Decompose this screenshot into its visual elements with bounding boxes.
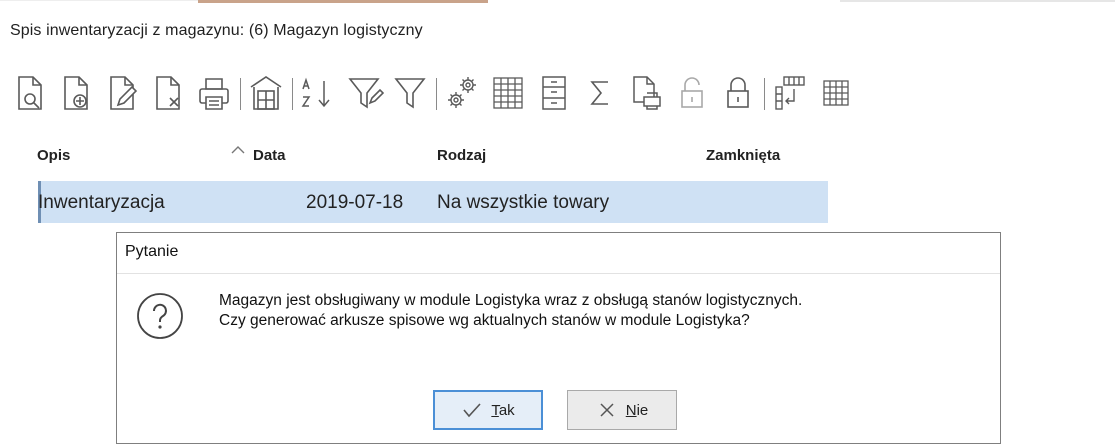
- cell-data: 2019-07-18: [306, 192, 404, 213]
- active-tab-indicator: [198, 0, 488, 3]
- column-header-rodzaj[interactable]: Rodzaj: [437, 147, 486, 164]
- gears-icon[interactable]: [442, 66, 482, 120]
- top-border: [0, 0, 198, 1]
- toolbar-separator: [240, 78, 241, 110]
- question-dialog: Pytanie Magazyn jest obsługiwany w modul…: [116, 232, 1001, 444]
- check-icon: [463, 403, 481, 418]
- column-header-opis[interactable]: Opis: [37, 147, 70, 164]
- toolbar-separator: [436, 78, 437, 110]
- toolbar: [8, 66, 1113, 120]
- document-print-icon[interactable]: [626, 66, 666, 120]
- import-columns-icon[interactable]: [770, 66, 810, 120]
- question-icon: [137, 293, 183, 339]
- window-title: Spis inwentaryzacji z magazynu: (6) Maga…: [10, 22, 423, 39]
- no-mnemonic: N: [625, 401, 637, 419]
- warehouse-icon[interactable]: [246, 66, 286, 120]
- no-button[interactable]: Nie: [567, 390, 677, 430]
- close-icon: [600, 403, 614, 417]
- dialog-title-divider: [117, 273, 1000, 274]
- yes-label: ak: [498, 401, 515, 419]
- no-label: ie: [636, 401, 649, 419]
- cell-opis: Inwentaryzacja: [38, 192, 165, 213]
- small-grid-icon[interactable]: [816, 66, 856, 120]
- sort-ascending-icon: [231, 146, 245, 154]
- cabinet-icon[interactable]: [534, 66, 574, 120]
- cell-rodzaj: Na wszystkie towary: [437, 192, 610, 213]
- document-preview-icon[interactable]: [10, 66, 50, 120]
- grid-table-icon[interactable]: [488, 66, 528, 120]
- column-header-data[interactable]: Data: [253, 147, 286, 164]
- document-delete-icon[interactable]: [148, 66, 188, 120]
- lock-icon[interactable]: [718, 66, 758, 120]
- yes-mnemonic: T: [491, 401, 499, 419]
- toolbar-separator: [292, 78, 293, 110]
- yes-button[interactable]: Tak: [433, 390, 543, 430]
- document-add-icon[interactable]: [56, 66, 96, 120]
- dialog-message-line-1: Magazyn jest obsługiwany w module Logist…: [219, 292, 803, 309]
- column-header-zamknieta[interactable]: Zamknięta: [706, 147, 780, 164]
- dialog-message-line-2: Czy generować arkusze spisowe wg aktualn…: [219, 312, 750, 329]
- dialog-title: Pytanie: [125, 243, 179, 260]
- top-border-right: [840, 0, 1115, 2]
- filter-icon[interactable]: [390, 66, 430, 120]
- document-edit-icon[interactable]: [102, 66, 142, 120]
- sort-az-icon[interactable]: [298, 66, 338, 120]
- printer-icon[interactable]: [194, 66, 234, 120]
- filter-edit-icon[interactable]: [344, 66, 384, 120]
- dialog-message: Magazyn jest obsługiwany w module Logist…: [219, 291, 802, 331]
- sum-icon[interactable]: [580, 66, 620, 120]
- unlock-icon[interactable]: [672, 66, 712, 120]
- toolbar-separator: [764, 78, 765, 110]
